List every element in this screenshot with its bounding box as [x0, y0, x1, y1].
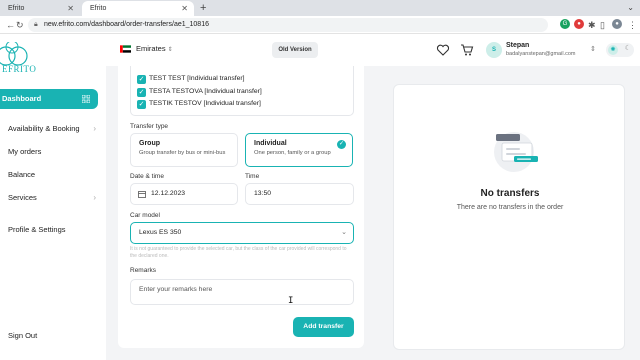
sidebar-item-my-orders[interactable]: My orders [0, 142, 98, 162]
top-header: Emirates ⇕ Old Version S Stepan badalyan… [106, 34, 640, 66]
user-email: badalyanstepan@gmail.com [506, 51, 576, 57]
sidebar-panel-icon[interactable]: ▯ [600, 19, 605, 31]
sidebar: EFRITO Dashboard Availability & Booking … [0, 34, 106, 360]
order-transfer-form: ✓ TEST TEST [Individual transfer] ✓ TEST… [118, 66, 364, 348]
sidebar-item-sign-out[interactable]: Sign Out [0, 326, 98, 346]
sidebar-item-label: Balance [8, 170, 36, 179]
no-transfers-desc: There are no transfers in the order [456, 204, 564, 211]
url-field[interactable]: 🔒︎ new.efrito.com/dashboard/order-transf… [28, 18, 548, 32]
browser-tab-bar: Efrito ✕ Efrito ✕ + ⌄ [0, 0, 640, 16]
url-text: new.efrito.com/dashboard/order-transfers… [44, 21, 209, 28]
sun-icon: ✺ [608, 45, 618, 55]
old-version-button[interactable]: Old Version [272, 42, 318, 58]
date-field[interactable]: 12.12.2023 [130, 183, 238, 205]
calendar-icon [138, 191, 146, 198]
no-transfers-title: No transfers [480, 188, 540, 199]
car-model-select[interactable]: Lexus ES 350 ⌄ [130, 222, 354, 244]
window-menu-icon[interactable]: ⌄ [627, 0, 634, 16]
option-desc: Group transfer by bus or mini-bus [139, 150, 226, 156]
country-label: Emirates [136, 44, 166, 53]
sidebar-item-availability[interactable]: Availability & Booking › [0, 119, 98, 139]
extension-icon[interactable]: G [560, 19, 570, 29]
checkbox-checked-icon[interactable]: ✓ [137, 75, 146, 84]
more-icon[interactable]: ⋮ [628, 19, 637, 31]
sidebar-item-balance[interactable]: Balance [0, 165, 98, 185]
chevron-right-icon: › [93, 124, 96, 133]
chevron-right-icon: › [93, 193, 96, 202]
date-label: Date & time [130, 173, 164, 180]
transfer-type-label: Transfer type [130, 123, 169, 130]
browser-tab[interactable]: Efrito ✕ [0, 1, 80, 16]
passenger-row[interactable]: ✓ TEST TEST [Individual transfer] [137, 73, 245, 85]
tab-title: Efrito [90, 5, 107, 12]
sidebar-item-label: Sign Out [8, 331, 38, 340]
empty-transfers-illustration-icon [494, 132, 538, 172]
time-value: 13:50 [254, 190, 272, 197]
date-value: 12.12.2023 [151, 190, 186, 197]
remarks-textarea[interactable]: Enter your remarks here [130, 279, 354, 305]
user-name: Stepan [506, 42, 530, 49]
car-hint: It is not guaranteed to provide the sele… [130, 246, 347, 259]
new-tab-icon[interactable]: + [200, 0, 206, 16]
user-menu-chevron-icon[interactable]: ⇕ [590, 45, 596, 53]
check-circle-icon: ✓ [337, 140, 346, 149]
heart-icon[interactable] [436, 43, 450, 57]
passenger-label: TESTIK TESTOV [Individual transfer] [149, 100, 261, 107]
text-cursor-icon: I [288, 296, 294, 306]
uae-flag-icon [120, 45, 131, 53]
sidebar-item-label: Profile & Settings [8, 225, 66, 234]
tab-title: Efrito [8, 5, 25, 12]
passenger-label: TESTA TESTOVA [Individual transfer] [149, 88, 262, 95]
logo-text: EFRITO [2, 64, 37, 74]
profile-icon[interactable]: ● [612, 19, 622, 29]
option-title: Group [139, 140, 160, 147]
time-field[interactable]: 13:50 [245, 183, 354, 205]
passenger-row[interactable]: ✓ TESTA TESTOVA [Individual transfer] [137, 86, 262, 98]
transfer-type-group[interactable]: Group Group transfer by bus or mini-bus [130, 133, 238, 167]
car-model-label: Car model [130, 212, 160, 219]
moon-icon: ☾ [624, 45, 631, 52]
passenger-row[interactable]: ✓ TESTIK TESTOV [Individual transfer] [137, 98, 261, 110]
transfer-type-individual[interactable]: Individual One person, family or a group… [245, 133, 353, 167]
puzzle-icon[interactable]: ✱ [588, 19, 596, 31]
passenger-label: TEST TEST [Individual transfer] [149, 75, 245, 82]
back-icon[interactable]: ← [6, 19, 15, 31]
close-icon[interactable]: ✕ [181, 1, 188, 16]
time-label: Time [245, 173, 260, 180]
cart-icon[interactable] [460, 43, 474, 57]
passenger-list: ✓ TEST TEST [Individual transfer] ✓ TEST… [130, 66, 354, 116]
updown-chevron-icon: ⇕ [167, 47, 173, 53]
option-desc: One person, family or a group [254, 150, 331, 156]
add-transfer-button[interactable]: Add transfer [293, 317, 354, 337]
sidebar-item-label: Services [8, 193, 37, 202]
option-title: Individual [254, 140, 287, 147]
sidebar-item-profile-settings[interactable]: Profile & Settings [0, 220, 98, 240]
checkbox-checked-icon[interactable]: ✓ [137, 100, 146, 109]
extension-icon[interactable]: ● [574, 19, 584, 29]
close-icon[interactable]: ✕ [67, 1, 74, 16]
checkbox-checked-icon[interactable]: ✓ [137, 88, 146, 97]
address-bar: ← ↻ 🔒︎ new.efrito.com/dashboard/order-tr… [0, 16, 640, 34]
sidebar-item-label: My orders [8, 147, 42, 156]
sidebar-item-dashboard[interactable]: Dashboard [0, 89, 98, 109]
theme-toggle[interactable]: ✺ ☾ [606, 43, 634, 57]
remarks-label: Remarks [130, 267, 157, 274]
sidebar-item-label: Availability & Booking [8, 124, 80, 133]
remarks-placeholder: Enter your remarks here [139, 286, 213, 293]
reload-icon[interactable]: ↻ [16, 19, 24, 31]
sidebar-item-label: Dashboard [2, 94, 42, 103]
car-model-value: Lexus ES 350 [139, 229, 182, 236]
grid-icon [82, 95, 90, 103]
avatar[interactable]: S [486, 42, 502, 58]
sidebar-item-services[interactable]: Services › [0, 188, 98, 208]
country-selector[interactable]: Emirates ⇕ [136, 43, 173, 56]
browser-tab-active[interactable]: Efrito ✕ [82, 1, 194, 16]
transfers-panel: No transfers There are no transfers in t… [393, 84, 625, 350]
lock-icon: 🔒︎ [34, 21, 38, 28]
chevron-down-icon: ⌄ [341, 229, 347, 236]
